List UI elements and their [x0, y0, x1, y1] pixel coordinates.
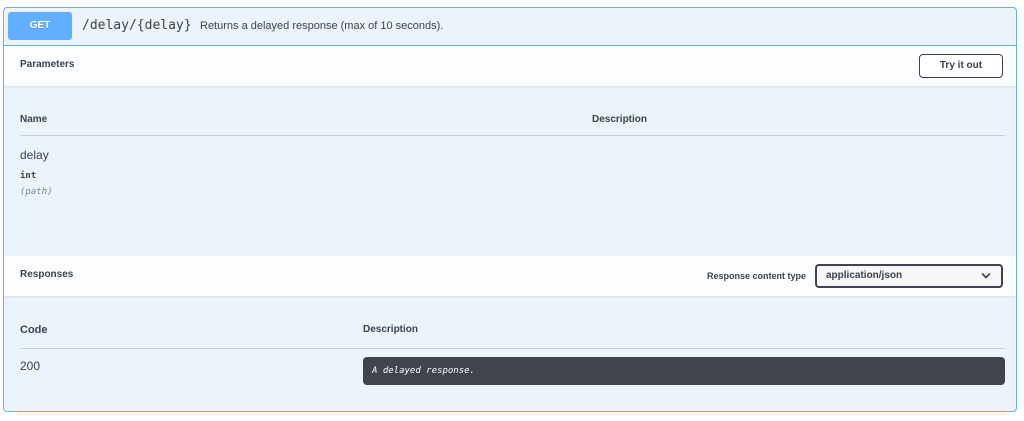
endpoint-summary: Returns a delayed response (max of 10 se… — [200, 20, 444, 32]
try-it-out-button[interactable]: Try it out — [919, 54, 1003, 78]
responses-title: Responses — [20, 269, 74, 280]
chevron-down-icon — [981, 273, 991, 279]
response-content-type-select[interactable]: application/json — [815, 264, 1003, 288]
param-location: (path) — [20, 187, 53, 197]
response-description: A delayed response. — [372, 366, 475, 376]
param-type: int — [20, 171, 37, 181]
param-col-name: Name — [20, 114, 48, 125]
response-code: 200 — [20, 359, 41, 373]
endpoint-path: /delay/{delay} — [82, 18, 192, 33]
param-table-divider — [20, 135, 1005, 136]
response-col-description: Description — [363, 324, 419, 335]
responses-header: Responses Response content type applicat… — [4, 256, 1016, 296]
opblock-get-delay: GET /delay/{delay} Returns a delayed res… — [3, 7, 1017, 412]
parameters-title: Parameters — [20, 59, 75, 70]
response-table-divider — [20, 348, 1005, 349]
response-content-type-label: Response content type — [706, 271, 806, 281]
http-method-badge: GET — [8, 12, 72, 40]
param-name: delay — [20, 148, 49, 162]
opblock-summary[interactable]: GET /delay/{delay} Returns a delayed res… — [4, 8, 1016, 46]
parameters-header: Parameters Try it out — [4, 46, 1016, 86]
response-description-box: A delayed response. — [363, 357, 1005, 385]
param-col-description: Description — [592, 114, 648, 125]
response-content-type-value: application/json — [826, 270, 903, 281]
response-col-code: Code — [20, 324, 48, 336]
